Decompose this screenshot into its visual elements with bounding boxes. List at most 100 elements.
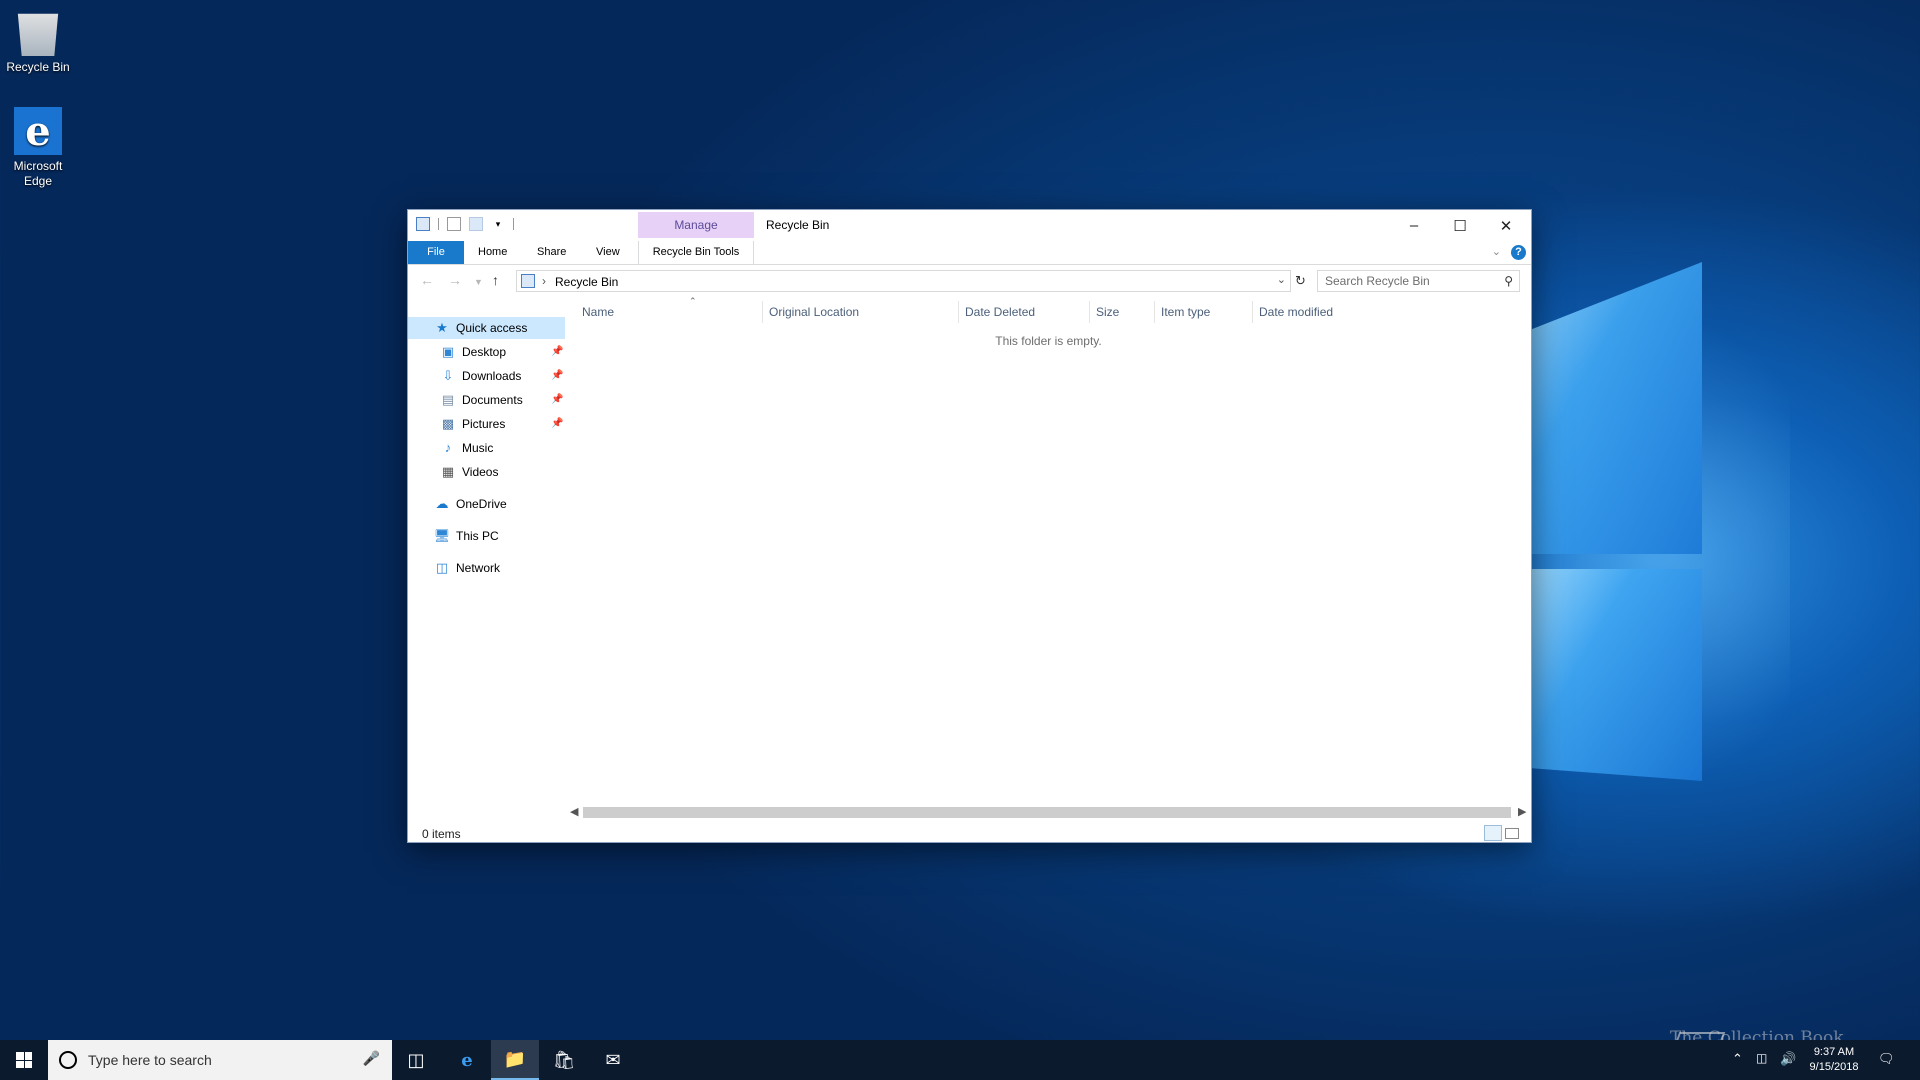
pin-icon[interactable]: 📌: [551, 346, 563, 357]
window-title: Recycle Bin: [766, 218, 830, 232]
sidebar-item-label: This PC: [456, 529, 499, 543]
help-icon[interactable]: ?: [1511, 245, 1526, 260]
mail-taskbar-icon[interactable]: ✉: [589, 1040, 637, 1080]
quick-access-toolbar: ▾: [416, 217, 514, 231]
expand-ribbon-icon[interactable]: ⌄: [1492, 245, 1501, 258]
details-view-icon[interactable]: [1484, 825, 1502, 841]
column-header-name[interactable]: Name: [582, 305, 614, 319]
manage-contextual-tab[interactable]: Manage: [638, 212, 754, 238]
network-tray-icon[interactable]: ◫: [1756, 1051, 1767, 1080]
sidebar-item-downloads[interactable]: ⇩ Downloads: [440, 365, 522, 387]
large-icons-view-icon[interactable]: [1505, 828, 1519, 839]
sidebar-item-music[interactable]: ♪ Music: [440, 437, 494, 459]
column-divider[interactable]: [1252, 301, 1253, 323]
sidebar-item-documents[interactable]: ▤ Documents: [440, 389, 523, 411]
title-bar[interactable]: ▾ Manage Recycle Bin – ☐ ✕: [408, 210, 1531, 241]
taskbar-search-box[interactable]: Type here to search 🎤: [48, 1040, 392, 1080]
breadcrumb[interactable]: Recycle Bin: [555, 275, 618, 289]
recycle-bin-icon: [17, 13, 59, 56]
address-dropdown-icon[interactable]: ⌄: [1277, 273, 1286, 286]
sidebar-item-pictures[interactable]: ▩ Pictures: [440, 413, 506, 435]
microphone-icon[interactable]: 🎤: [363, 1050, 380, 1067]
column-divider[interactable]: [1089, 301, 1090, 323]
pin-icon[interactable]: 📌: [551, 418, 563, 429]
recycle-bin-small-icon[interactable]: [416, 217, 430, 231]
tab-view[interactable]: View: [586, 241, 630, 264]
scroll-right-icon[interactable]: ▶: [1518, 805, 1526, 818]
wallpaper-logo-pane-bottom: [1532, 569, 1702, 781]
sidebar-item-desktop[interactable]: ▣ Desktop: [440, 341, 506, 363]
sidebar-item-videos[interactable]: ▦ Videos: [440, 461, 499, 483]
sidebar-item-label: Pictures: [462, 417, 506, 431]
qat-customize-icon[interactable]: ▾: [491, 217, 505, 231]
column-divider[interactable]: [958, 301, 959, 323]
recycle-bin-location-icon: [521, 274, 535, 288]
tab-share[interactable]: Share: [527, 241, 576, 264]
scrollbar-thumb[interactable]: [583, 807, 1511, 818]
start-button[interactable]: [0, 1040, 48, 1080]
windows-logo-icon: [16, 1052, 32, 1068]
search-icon[interactable]: ⚲: [1504, 274, 1513, 288]
volume-icon[interactable]: 🔊: [1780, 1051, 1796, 1080]
explorer-window: ▾ Manage Recycle Bin – ☐ ✕ File Home Sha…: [407, 209, 1532, 843]
file-list[interactable]: ⌃ Name Original Location Date Deleted Si…: [566, 296, 1531, 806]
sort-caret-icon: ⌃: [689, 296, 697, 306]
desktop-icon-label: Microsoft Edge: [13, 159, 63, 188]
desktop-icon-edge[interactable]: e Microsoft Edge: [0, 107, 76, 189]
sidebar-item-network[interactable]: ◫ Network: [434, 557, 500, 579]
refresh-icon[interactable]: ↻: [1295, 273, 1306, 289]
search-input[interactable]: [1318, 271, 1488, 291]
column-divider[interactable]: [762, 301, 763, 323]
network-icon: ◫: [435, 560, 449, 575]
pin-icon[interactable]: 📌: [551, 370, 563, 381]
pin-icon[interactable]: 📌: [551, 394, 563, 405]
column-header-date-modified[interactable]: Date modified: [1259, 305, 1333, 319]
downloads-icon: ⇩: [442, 368, 454, 383]
horizontal-scrollbar[interactable]: ◀ ▶: [566, 804, 1531, 821]
desktop-icon-label: Recycle Bin: [6, 60, 70, 74]
edge-icon: e: [14, 107, 62, 155]
tab-home[interactable]: Home: [468, 241, 517, 264]
file-explorer-taskbar-icon[interactable]: 📁: [491, 1040, 539, 1080]
column-header-original-location[interactable]: Original Location: [769, 305, 859, 319]
music-icon: ♪: [444, 440, 452, 455]
task-view-icon[interactable]: ◫: [392, 1040, 440, 1080]
column-divider[interactable]: [1154, 301, 1155, 323]
forward-arrow-icon[interactable]: →: [448, 272, 462, 288]
documents-icon: ▤: [441, 392, 455, 407]
status-bar: 0 items: [408, 822, 1531, 844]
close-button[interactable]: ✕: [1483, 210, 1529, 241]
search-box[interactable]: ⚲: [1317, 270, 1520, 292]
sidebar-item-this-pc[interactable]: 🖥 This PC: [434, 525, 499, 547]
properties-icon[interactable]: [447, 217, 461, 231]
tab-file[interactable]: File: [408, 241, 464, 264]
address-bar[interactable]: › Recycle Bin ⌄: [516, 270, 1291, 292]
tab-recycle-bin-tools[interactable]: Recycle Bin Tools: [638, 241, 754, 264]
breadcrumb-chevron-icon[interactable]: ›: [542, 274, 546, 288]
computer-icon: 🖥: [433, 528, 451, 543]
minimize-button[interactable]: –: [1391, 210, 1437, 241]
recent-locations-icon[interactable]: ▼: [474, 277, 483, 287]
qat-separator: [513, 218, 514, 230]
desktop-icon-recycle-bin[interactable]: Recycle Bin: [0, 8, 76, 75]
sidebar-item-label: OneDrive: [456, 497, 507, 511]
back-arrow-icon[interactable]: ←: [420, 272, 434, 288]
column-header-size[interactable]: Size: [1096, 305, 1119, 319]
scroll-left-icon[interactable]: ◀: [570, 805, 578, 818]
taskbar-search-placeholder: Type here to search: [88, 1052, 212, 1068]
sidebar-item-quick-access[interactable]: ★ Quick access: [408, 317, 565, 339]
up-arrow-icon[interactable]: ↑: [492, 272, 499, 288]
empty-folder-message: This folder is empty.: [995, 334, 1102, 348]
taskbar-clock[interactable]: 9:37 AM 9/15/2018: [1806, 1045, 1862, 1075]
column-header-item-type[interactable]: Item type: [1161, 305, 1210, 319]
maximize-button[interactable]: ☐: [1437, 210, 1483, 241]
sidebar-item-label: Documents: [462, 393, 523, 407]
taskbar: Type here to search 🎤 ◫ e 📁 🛍 ✉ ⌃ ◫ 🔊 9:…: [0, 1040, 1920, 1080]
store-taskbar-icon[interactable]: 🛍: [540, 1040, 588, 1080]
column-header-date-deleted[interactable]: Date Deleted: [965, 305, 1035, 319]
action-center-icon[interactable]: 🗨: [1878, 1051, 1895, 1080]
show-hidden-icons-icon[interactable]: ⌃: [1732, 1051, 1743, 1080]
sidebar-item-onedrive[interactable]: ☁ OneDrive: [434, 493, 507, 515]
new-folder-icon[interactable]: [469, 217, 483, 231]
edge-taskbar-icon[interactable]: e: [443, 1040, 491, 1080]
